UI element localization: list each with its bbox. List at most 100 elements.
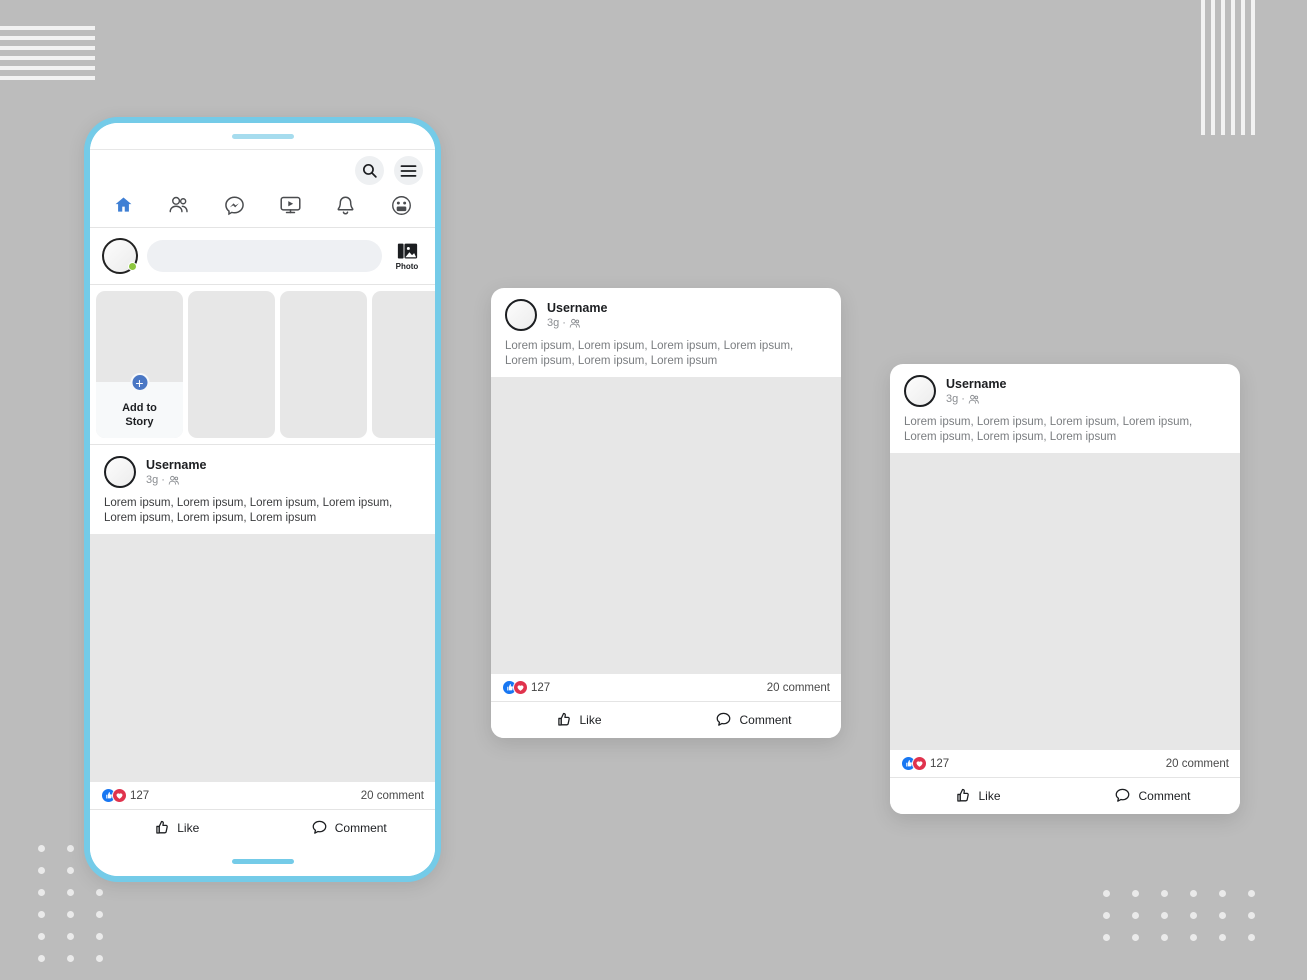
comment-count[interactable]: 20 comment [361,790,424,802]
decor-dot [38,911,45,918]
phone-screen: Photo + Add to Story Username 3g · Lorem… [90,123,435,876]
post-image-placeholder[interactable] [90,534,435,782]
decor-dot [1219,890,1226,897]
comment-button[interactable]: Comment [1065,787,1240,804]
thumbs-up-icon [558,712,571,726]
decor-dot [1132,934,1139,941]
add-photo-button[interactable]: Photo [391,242,423,271]
thumbs-up-icon [957,788,970,802]
decor-dot [67,845,74,852]
decor-dot [1161,934,1168,941]
add-photo-label: Photo [395,261,419,271]
post-meta-separator: · [562,316,566,329]
like-button[interactable]: Like [90,819,263,836]
decorative-vertical-lines [1201,0,1255,135]
post-card-right: Username 3g · Lorem ipsum, Lorem ipsum, … [890,364,1240,814]
like-button[interactable]: Like [491,711,666,728]
decor-dot [1248,934,1255,941]
post-time: 3g [146,473,159,486]
reaction-count: 127 [130,789,150,802]
post-body-text: Lorem ipsum, Lorem ipsum, Lorem ipsum, L… [104,497,393,524]
comment-label: Comment [334,820,387,835]
nav-tab-friends[interactable] [162,192,196,218]
hamburger-menu-icon [400,164,417,177]
post-image-placeholder[interactable] [491,377,841,674]
add-to-story-line2: Story [125,415,154,428]
post-stats-bar: 127 20 comment [90,782,435,810]
post-meta-separator: · [961,392,965,405]
composer-avatar[interactable] [102,238,138,274]
home-indicator[interactable] [231,858,294,864]
nav-tab-watch[interactable] [273,192,307,218]
decor-dot [1219,934,1226,941]
decor-line [0,36,95,40]
heart-icon [116,793,123,799]
post-avatar[interactable] [104,456,136,488]
bell-icon [337,196,354,215]
decor-line [1251,0,1255,135]
composer-input[interactable] [147,240,382,272]
decorative-dot-grid-bottom-right [1103,890,1255,941]
decor-dot [1103,912,1110,919]
search-button[interactable] [355,156,384,185]
comment-count[interactable]: 20 comment [767,682,830,694]
nav-tab-notifications[interactable] [329,192,363,218]
post-action-bar: Like Comment [90,810,435,846]
stories-tray: + Add to Story [90,285,435,445]
speech-bubble-icon [1116,788,1130,802]
post-username[interactable]: Username [547,300,607,316]
decor-line [0,26,95,30]
decor-dot [1190,934,1197,941]
comment-button[interactable]: Comment [263,819,436,836]
decorative-horizontal-lines [0,26,95,86]
reaction-summary[interactable]: 127 [101,788,149,803]
home-icon [115,197,132,212]
friends-icon [169,196,188,213]
app-topbar [90,149,435,185]
reaction-summary[interactable]: 127 [502,680,550,695]
add-to-story-card[interactable]: + Add to Story [96,291,183,438]
feed-post: Username 3g · Lorem ipsum, Lorem ipsum, … [90,445,435,846]
decor-dot [38,845,45,852]
reaction-summary[interactable]: 127 [901,756,949,771]
reaction-love-badge [513,680,528,695]
add-to-story-label: Add to Story [122,402,157,430]
decor-dot [1161,912,1168,919]
story-card[interactable] [372,291,435,438]
decor-dot [38,867,45,874]
post-time: 3g [946,392,959,405]
post-avatar[interactable] [904,375,936,407]
post-header: Username 3g · [491,288,841,331]
decor-dot [67,867,74,874]
like-button[interactable]: Like [890,787,1065,804]
add-to-story-line1: Add to [122,402,157,414]
post-username[interactable]: Username [946,376,1006,392]
story-card[interactable] [280,291,367,438]
post-meta: 3g · [547,316,607,330]
nav-tab-messenger[interactable] [218,192,252,218]
decor-line [0,76,95,80]
comment-count[interactable]: 20 comment [1166,758,1229,770]
reaction-love-badge [912,756,927,771]
post-username[interactable]: Username [146,457,206,473]
decor-dot [96,955,103,962]
comment-button[interactable]: Comment [666,711,841,728]
post-stats-bar: 127 20 comment [491,674,841,702]
comment-label: Comment [1138,788,1191,803]
photo-icon [397,243,417,258]
post-avatar[interactable] [505,299,537,331]
online-status-dot [128,262,137,271]
post-image-placeholder[interactable] [890,453,1240,750]
menu-button[interactable] [394,156,423,185]
friends-audience-icon [168,475,179,485]
nav-tab-home[interactable] [107,192,141,218]
nav-tab-groups[interactable] [384,192,418,218]
post-action-bar: Like Comment [890,778,1240,814]
decor-line [1211,0,1215,135]
story-card[interactable] [188,291,275,438]
phone-mockup: Photo + Add to Story Username 3g · Lorem… [84,117,441,882]
decor-dot [1248,912,1255,919]
decor-line [0,46,95,50]
post-meta-separator: · [161,473,165,486]
decor-dot [38,889,45,896]
